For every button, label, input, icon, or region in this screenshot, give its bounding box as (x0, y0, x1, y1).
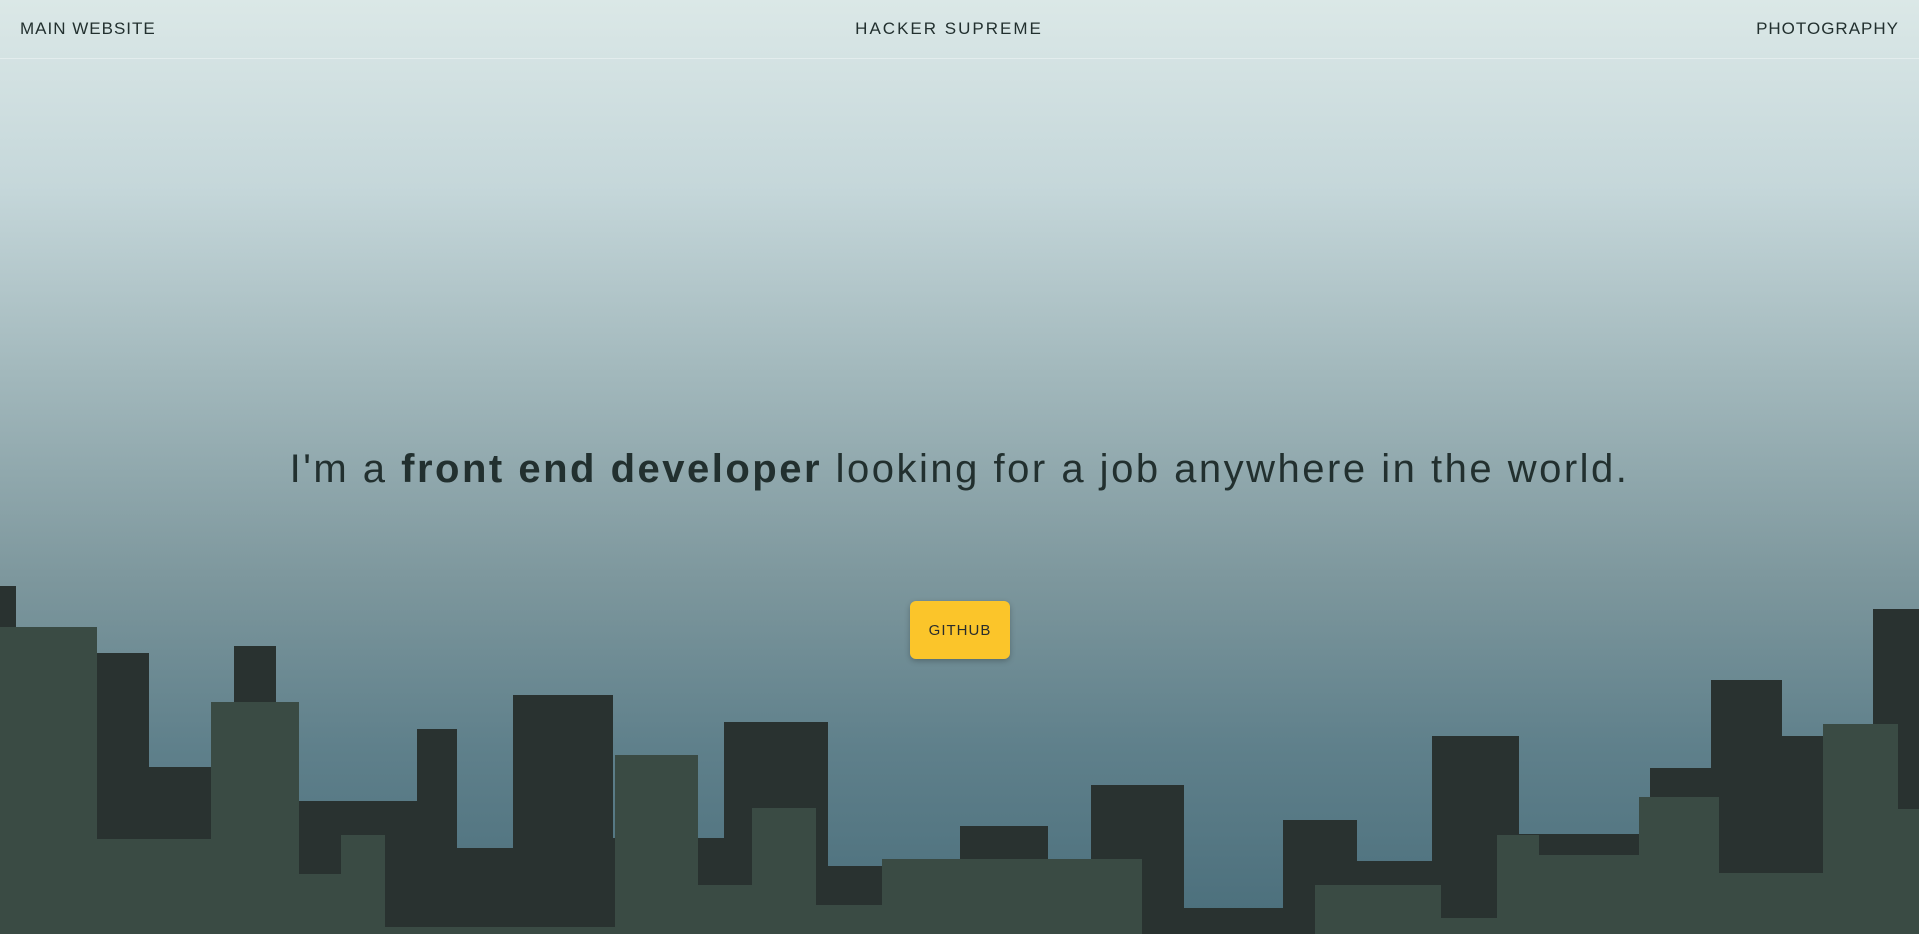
nav-brand-link[interactable]: HACKER SUPREME (0, 19, 1898, 39)
nav-photography-link[interactable]: PHOTOGRAPHY (1756, 19, 1899, 39)
hero-headline: I'm a front end developer looking for a … (0, 444, 1919, 494)
hero-text-after: looking for a job anywhere in the world. (822, 447, 1630, 491)
top-nav-bar: MAIN WEBSITE HACKER SUPREME PHOTOGRAPHY (0, 0, 1919, 59)
hero-text-bold: front end developer (401, 447, 823, 491)
github-button[interactable]: GITHUB (910, 601, 1010, 659)
hero-text-before: I'm a (289, 447, 402, 491)
